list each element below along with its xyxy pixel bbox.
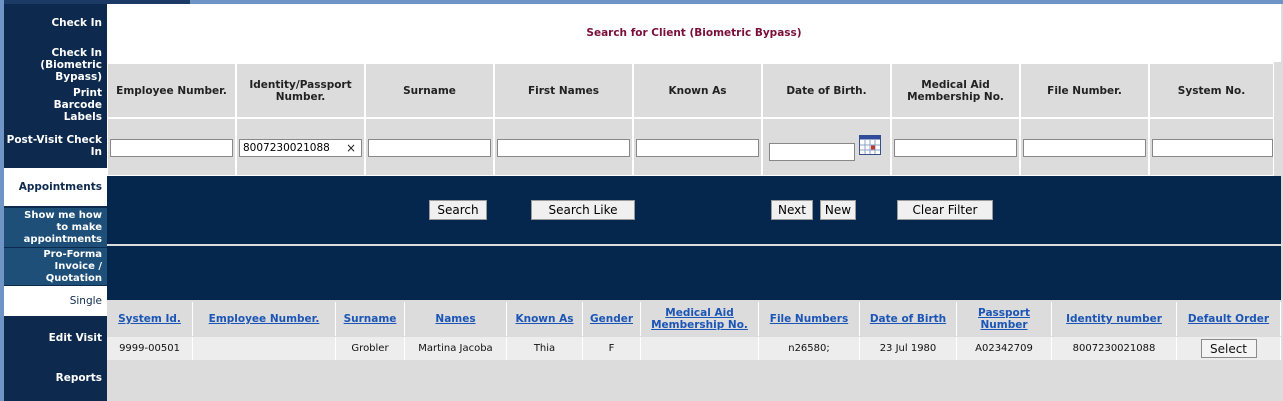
sidebar-item-show-me-how[interactable]: Show me how to make appointments	[4, 208, 107, 248]
identity-passport-input[interactable]	[239, 139, 362, 157]
header-system-no: System No.	[1149, 62, 1274, 118]
main-content: Search for Client (Biometric Bypass) Emp…	[107, 4, 1283, 401]
file-number-cell	[1020, 118, 1149, 176]
sidebar-item-reports[interactable]: Reports	[4, 368, 107, 388]
calendar-icon[interactable]	[859, 135, 881, 155]
cell-names: Martina Jacoba	[405, 337, 507, 360]
table-row: 9999-00501 Grobler Martina Jacoba Thia F…	[107, 337, 1281, 360]
results-header-identity-number[interactable]: Identity number	[1052, 302, 1177, 336]
results-header-known-as[interactable]: Known As	[507, 302, 583, 336]
header-identity-passport: Identity/Passport Number.	[236, 62, 365, 118]
first-names-cell	[494, 118, 633, 176]
sidebar-item-label: Show me how to make appointments	[23, 209, 102, 245]
sidebar-item-pro-forma-invoice[interactable]: Pro-Forma Invoice / Quotation	[4, 248, 107, 286]
sidebar-item-post-visit-check-in[interactable]: Post-Visit Check In	[4, 134, 107, 158]
identity-passport-cell: ×	[236, 118, 365, 176]
search-header-row: Employee Number. Identity/Passport Numbe…	[107, 62, 1274, 118]
button-bar: Search Search Like Next New Clear Filter	[107, 176, 1281, 244]
sidebar-item-label: Edit Visit	[48, 332, 102, 344]
cell-system-id: 9999-00501	[107, 337, 193, 360]
header-surname: Surname	[365, 62, 494, 118]
results-header-gender[interactable]: Gender	[583, 302, 641, 336]
first-names-input[interactable]	[497, 139, 630, 157]
cell-default-order: Select	[1177, 337, 1281, 360]
system-no-cell	[1149, 118, 1274, 176]
header-employee-number: Employee Number.	[107, 62, 236, 118]
search-like-button[interactable]: Search Like	[531, 200, 635, 220]
results-header-employee-number[interactable]: Employee Number.	[193, 302, 336, 336]
medical-aid-input[interactable]	[894, 139, 1017, 157]
results-header-medical-aid[interactable]: Medical Aid Membership No.	[641, 302, 759, 336]
sidebar-item-check-in[interactable]: Check In	[4, 10, 107, 36]
cell-passport-number: A02342709	[957, 337, 1052, 360]
sidebar-item-label: Print Barcode Labels	[53, 87, 102, 123]
cell-known-as: Thia	[507, 337, 583, 360]
cell-gender: F	[583, 337, 641, 360]
results-header-default-order[interactable]: Default Order	[1177, 302, 1281, 336]
date-of-birth-cell	[762, 118, 891, 176]
search-input-row: ×	[107, 118, 1274, 176]
page-title: Search for Client (Biometric Bypass)	[586, 27, 802, 39]
results-header-passport-number[interactable]: Passport Number	[957, 302, 1052, 336]
cell-employee-number	[193, 337, 336, 360]
sidebar-item-appointments[interactable]: Appointments	[4, 168, 107, 206]
system-no-input[interactable]	[1152, 139, 1273, 157]
header-first-names: First Names	[494, 62, 633, 118]
surname-cell	[365, 118, 494, 176]
header-date-of-birth: Date of Birth.	[762, 62, 891, 118]
sidebar-item-label: Check In (Biometric Bypass)	[40, 47, 102, 83]
page-title-bar: Search for Client (Biometric Bypass)	[107, 4, 1281, 62]
results-header-surname[interactable]: Surname	[336, 302, 405, 336]
new-button[interactable]: New	[820, 200, 856, 220]
cell-identity-number: 8007230021088	[1052, 337, 1177, 360]
surname-input[interactable]	[368, 139, 491, 157]
file-number-input[interactable]	[1023, 139, 1146, 157]
results-header-system-id[interactable]: System Id.	[107, 302, 193, 336]
sidebar-item-label: Post-Visit Check In	[6, 134, 102, 158]
results-header-names[interactable]: Names	[405, 302, 507, 336]
sidebar-item-edit-visit[interactable]: Edit Visit	[4, 326, 107, 350]
sidebar: Check In Check In (Biometric Bypass) Pri…	[4, 4, 107, 401]
sidebar-item-label: Check In	[51, 17, 102, 29]
secondary-bar	[107, 246, 1281, 300]
sidebar-item-label: Appointments	[18, 181, 102, 193]
clear-filter-button[interactable]: Clear Filter	[897, 200, 993, 220]
known-as-cell	[633, 118, 762, 176]
select-button[interactable]: Select	[1200, 339, 1257, 358]
results-header-file-numbers[interactable]: File Numbers	[759, 302, 860, 336]
medical-aid-cell	[891, 118, 1020, 176]
header-known-as: Known As	[633, 62, 762, 118]
employee-number-cell	[107, 118, 236, 176]
cell-file-numbers: n26580;	[759, 337, 860, 360]
date-of-birth-input[interactable]	[769, 143, 855, 161]
employee-number-input[interactable]	[110, 139, 233, 157]
header-file-number: File Number.	[1020, 62, 1149, 118]
known-as-input[interactable]	[636, 139, 759, 157]
sidebar-item-label: Single	[69, 295, 102, 307]
sidebar-item-single[interactable]: Single	[4, 286, 107, 316]
search-button[interactable]: Search	[429, 200, 487, 220]
cell-medical-aid	[641, 337, 759, 360]
cell-surname: Grobler	[336, 337, 405, 360]
sidebar-item-print-barcode-labels[interactable]: Print Barcode Labels	[4, 87, 107, 123]
sidebar-item-check-in-biometric-bypass[interactable]: Check In (Biometric Bypass)	[4, 47, 107, 83]
next-button[interactable]: Next	[771, 200, 813, 220]
results-header-date-of-birth[interactable]: Date of Birth	[860, 302, 957, 336]
sidebar-item-label: Pro-Forma Invoice / Quotation	[43, 248, 102, 284]
cell-date-of-birth: 23 Jul 1980	[860, 337, 957, 360]
sidebar-item-label: Reports	[55, 372, 102, 384]
clear-input-icon[interactable]: ×	[346, 139, 356, 157]
header-medical-aid: Medical Aid Membership No.	[891, 62, 1020, 118]
results-header-row: System Id. Employee Number. Surname Name…	[107, 302, 1281, 336]
